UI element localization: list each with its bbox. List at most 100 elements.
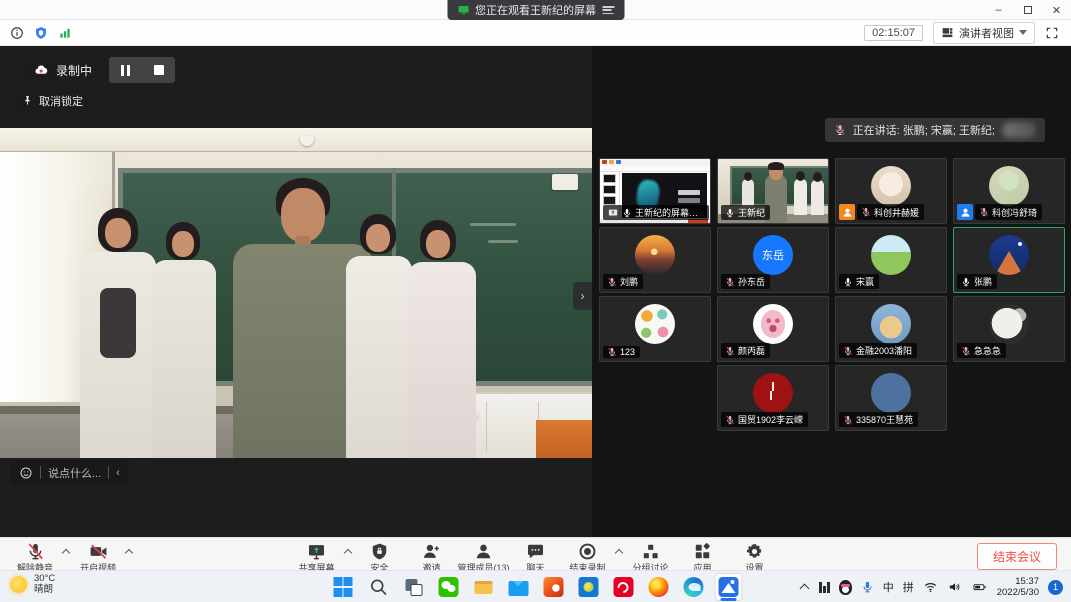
battery-icon[interactable] [971,580,988,594]
chat-button[interactable]: 聊天 [511,539,561,574]
wifi-icon[interactable] [923,580,938,594]
participant-tile[interactable]: 国贸1902李云嵘 [717,365,829,431]
hidden-icons-chevron[interactable] [800,582,810,592]
microphone-tray-icon[interactable] [861,580,874,594]
fullscreen-icon[interactable] [1045,26,1059,40]
record-stop-icon [578,542,597,561]
breakout-icon [641,542,660,561]
participant-tile[interactable]: 颜丙磊 [717,296,829,362]
invite-icon [422,542,441,561]
windows-start-taskbar-icon[interactable] [329,573,357,601]
unmute-button[interactable]: 解除静音 [10,539,60,574]
view-mode-caret-icon [1019,30,1027,35]
chat-icon [526,542,545,561]
settings-button[interactable]: 设置 [730,539,780,574]
ime-language-indicator[interactable]: 中 [883,579,894,595]
participants-panel: 正在讲话: 张鹏; 宋赢; 王新纪; 王新纪的屏幕共享王新纪科创井赫媛科创冯舒琦… [592,46,1071,537]
participant-tile[interactable]: 宋赢 [835,227,947,293]
mic-muted-icon [725,346,735,356]
emoji-icon[interactable] [19,466,33,480]
stop-recording-button[interactable] [142,57,175,83]
netease-music-taskbar-icon[interactable] [609,573,637,601]
participant-grid: 王新纪的屏幕共享王新纪科创井赫媛科创冯舒琦刘鹏东岳孙东岳宋赢 张鹏 123 颜丙磊 金融… [599,158,1065,431]
participant-label: 宋赢 [839,274,879,289]
participant-name: 国贸1902李云嵘 [738,413,803,426]
media-app-tray-icon[interactable] [819,582,830,593]
members-icon [474,542,493,561]
clock-date: 2022/5/30 [997,587,1039,598]
collapse-message-bar-icon[interactable]: ‹ [116,467,120,479]
mail-taskbar-icon[interactable] [504,573,532,601]
tencent-meeting-taskbar-icon[interactable] [714,573,742,601]
topbar-right: 02:15:07 演讲者视图 [864,22,1071,44]
participant-tile[interactable]: 123 [599,296,711,362]
search-taskbar-icon[interactable] [364,573,392,601]
security-button[interactable]: 安全 [355,539,405,574]
participant-tile[interactable]: 东岳孙东岳 [717,227,829,293]
stop-record-options-caret[interactable] [615,547,624,556]
orange-object [536,420,592,458]
participant-tile[interactable]: 王新纪的屏幕共享 [599,158,711,224]
participant-tile[interactable]: 急急急 [953,296,1065,362]
share-screen-options-caret[interactable] [344,547,353,556]
participant-tile[interactable]: 金融2003潘阳 [835,296,947,362]
ime-pinyin-indicator[interactable]: 拼 [903,579,914,595]
edge-taskbar-icon[interactable] [679,573,707,601]
volume-icon[interactable] [947,580,962,594]
watching-screen-pill[interactable]: 您正在观看王新纪的屏幕 [447,0,624,20]
taskbar-weather-widget[interactable]: 30°C 晴朗 [10,574,55,596]
wechat-taskbar-icon[interactable] [434,573,462,601]
participant-tile[interactable]: 335870王慧苑 [835,365,947,431]
task-view-taskbar-icon[interactable] [399,573,427,601]
participant-avatar [753,304,793,344]
participant-label: 国贸1902李云嵘 [721,412,808,427]
share-screen-button[interactable]: 共享屏幕 [292,539,342,574]
mic-muted-icon [834,124,846,136]
office-taskbar-icon[interactable] [539,573,567,601]
pause-recording-button[interactable] [109,57,142,83]
unmute-options-caret[interactable] [62,547,71,556]
participant-tile[interactable]: 刘鹏 [599,227,711,293]
security-shield-icon[interactable] [34,26,48,40]
collapse-panel-handle[interactable]: › [573,282,592,310]
invite-button[interactable]: 邀请 [407,539,457,574]
participant-label: 颜丙磊 [721,343,770,358]
start-video-options-caret[interactable] [125,547,134,556]
stop-record-button[interactable]: 结束录制 [563,539,613,574]
windows-taskbar: 30°C 晴朗 中 拼 15:37 2022/5/30 1 [0,570,1071,602]
meeting-info-icon[interactable] [10,26,24,40]
title-menu-icon[interactable] [602,5,614,15]
recording-controls: 录制中 [22,57,175,83]
app-blue-taskbar-icon[interactable] [574,573,602,601]
breakout-button[interactable]: 分组讨论 [626,539,676,574]
recording-status-pill: 录制中 [22,57,103,83]
maximize-button[interactable] [1013,0,1042,20]
members-button[interactable]: 管理成员(13) [459,539,509,574]
close-button[interactable]: ✕ [1042,0,1071,20]
participant-label: 王新纪的屏幕共享 [603,205,709,220]
participant-tile[interactable]: 科创井赫媛 [835,158,947,224]
participant-tile[interactable]: 科创冯舒琦 [953,158,1065,224]
participant-tile[interactable]: 王新纪 [717,158,829,224]
participant-name: 科创冯舒琦 [992,206,1037,219]
pause-icon [121,65,130,76]
unpin-button[interactable]: 取消锁定 [12,89,93,112]
participant-tile[interactable]: 张鹏 [953,227,1065,293]
firefox-taskbar-icon[interactable] [644,573,672,601]
meeting-toolbar: 解除静音开启视频 共享屏幕安全邀请管理成员(13)聊天结束录制分组讨论应用设置 … [0,537,1071,570]
start-video-button[interactable]: 开启视频 [73,539,123,574]
participant-label: 123 [603,346,640,358]
view-mode-button[interactable]: 演讲者视图 [933,22,1035,44]
file-explorer-taskbar-icon[interactable] [469,573,497,601]
mic-muted-icon [725,277,735,287]
qq-tray-icon[interactable] [839,580,852,595]
apps-button[interactable]: 应用 [678,539,728,574]
minimize-button[interactable]: – [984,0,1013,20]
participant-avatar [753,373,793,413]
network-signal-icon[interactable] [58,26,72,40]
end-meeting-button[interactable]: 结束会议 [977,543,1057,570]
notification-count-badge[interactable]: 1 [1048,580,1063,595]
message-input[interactable]: 说点什么... [48,465,101,481]
participant-label: 金融2003潘阳 [839,343,917,358]
taskbar-clock[interactable]: 15:37 2022/5/30 [997,576,1039,599]
